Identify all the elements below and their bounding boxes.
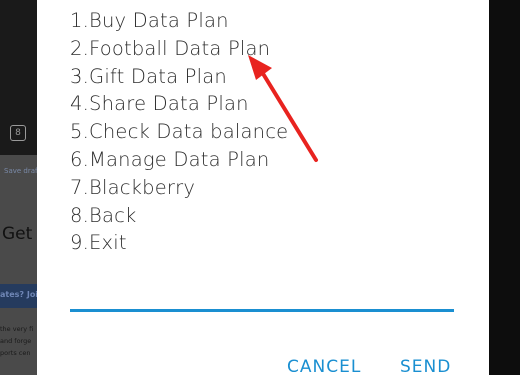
send-button[interactable]: SEND	[400, 357, 451, 375]
background-app: 8 Save draft Get 4 ates? Join the very f…	[0, 0, 40, 375]
cancel-button[interactable]: CANCEL	[287, 357, 361, 375]
ussd-menu-list: 1.Buy Data Plan 2.Football Data Plan 3.G…	[70, 7, 288, 257]
background-body-line: the very fi	[0, 325, 34, 333]
menu-item-blackberry: 7.Blackberry	[70, 175, 196, 199]
reply-input[interactable]	[70, 309, 454, 312]
background-body-line: and forge	[0, 337, 32, 345]
background-promo-text: Get 4	[2, 224, 40, 244]
menu-item-exit: 9.Exit	[70, 231, 127, 255]
menu-item-buy-data-plan: 1.Buy Data Plan	[70, 9, 229, 32]
screen: 8 Save draft Get 4 ates? Join the very f…	[0, 0, 520, 375]
menu-item-football-data-plan: 2.Football Data Plan	[70, 36, 271, 60]
menu-item-back: 8.Back	[70, 203, 137, 227]
menu-item-gift-data-plan: 3.Gift Data Plan	[70, 64, 227, 88]
right-screen-edge	[489, 0, 520, 375]
tabs-icon: 8	[10, 125, 26, 141]
menu-item-check-data-balance: 5.Check Data balance	[70, 120, 289, 144]
background-save-text: Save draft	[4, 167, 40, 175]
background-body-line: ports cen	[0, 349, 31, 357]
ussd-dialog: 1.Buy Data Plan 2.Football Data Plan 3.G…	[37, 0, 489, 375]
background-join-text: ates? Join	[0, 290, 40, 299]
menu-item-share-data-plan: 4.Share Data Plan	[70, 92, 249, 116]
menu-item-manage-data-plan: 6.Manage Data Plan	[70, 147, 270, 171]
